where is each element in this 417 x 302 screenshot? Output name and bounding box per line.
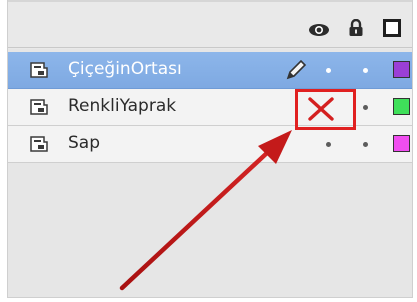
lock-dot[interactable]: [363, 142, 368, 147]
pencil-icon: [284, 58, 308, 86]
visibility-dot[interactable]: [326, 68, 331, 73]
layer-name[interactable]: RenkliYaprak: [68, 96, 176, 116]
layer-icon: [29, 99, 49, 119]
lock-icon[interactable]: [348, 18, 364, 41]
layer-color-swatch[interactable]: [393, 135, 410, 152]
layers-header: [8, 4, 412, 48]
layer-icon: [29, 62, 49, 82]
layer-icon: [29, 136, 49, 156]
panel-top-border: [8, 0, 412, 2]
layer-row-ciceginortasi[interactable]: ÇiçeğinOrtası: [8, 52, 412, 89]
highlight-box: [295, 89, 356, 130]
outline-icon[interactable]: [383, 19, 401, 41]
lock-dot[interactable]: [363, 68, 368, 73]
layer-name[interactable]: ÇiçeğinOrtası: [68, 59, 182, 79]
layer-name[interactable]: Sap: [68, 133, 100, 153]
visibility-dot[interactable]: [326, 142, 331, 147]
lock-dot[interactable]: [363, 105, 368, 110]
layer-color-swatch[interactable]: [393, 98, 410, 115]
layer-color-swatch[interactable]: [393, 61, 410, 78]
eye-icon[interactable]: [308, 22, 330, 41]
layer-row-sap[interactable]: Sap: [8, 126, 412, 163]
